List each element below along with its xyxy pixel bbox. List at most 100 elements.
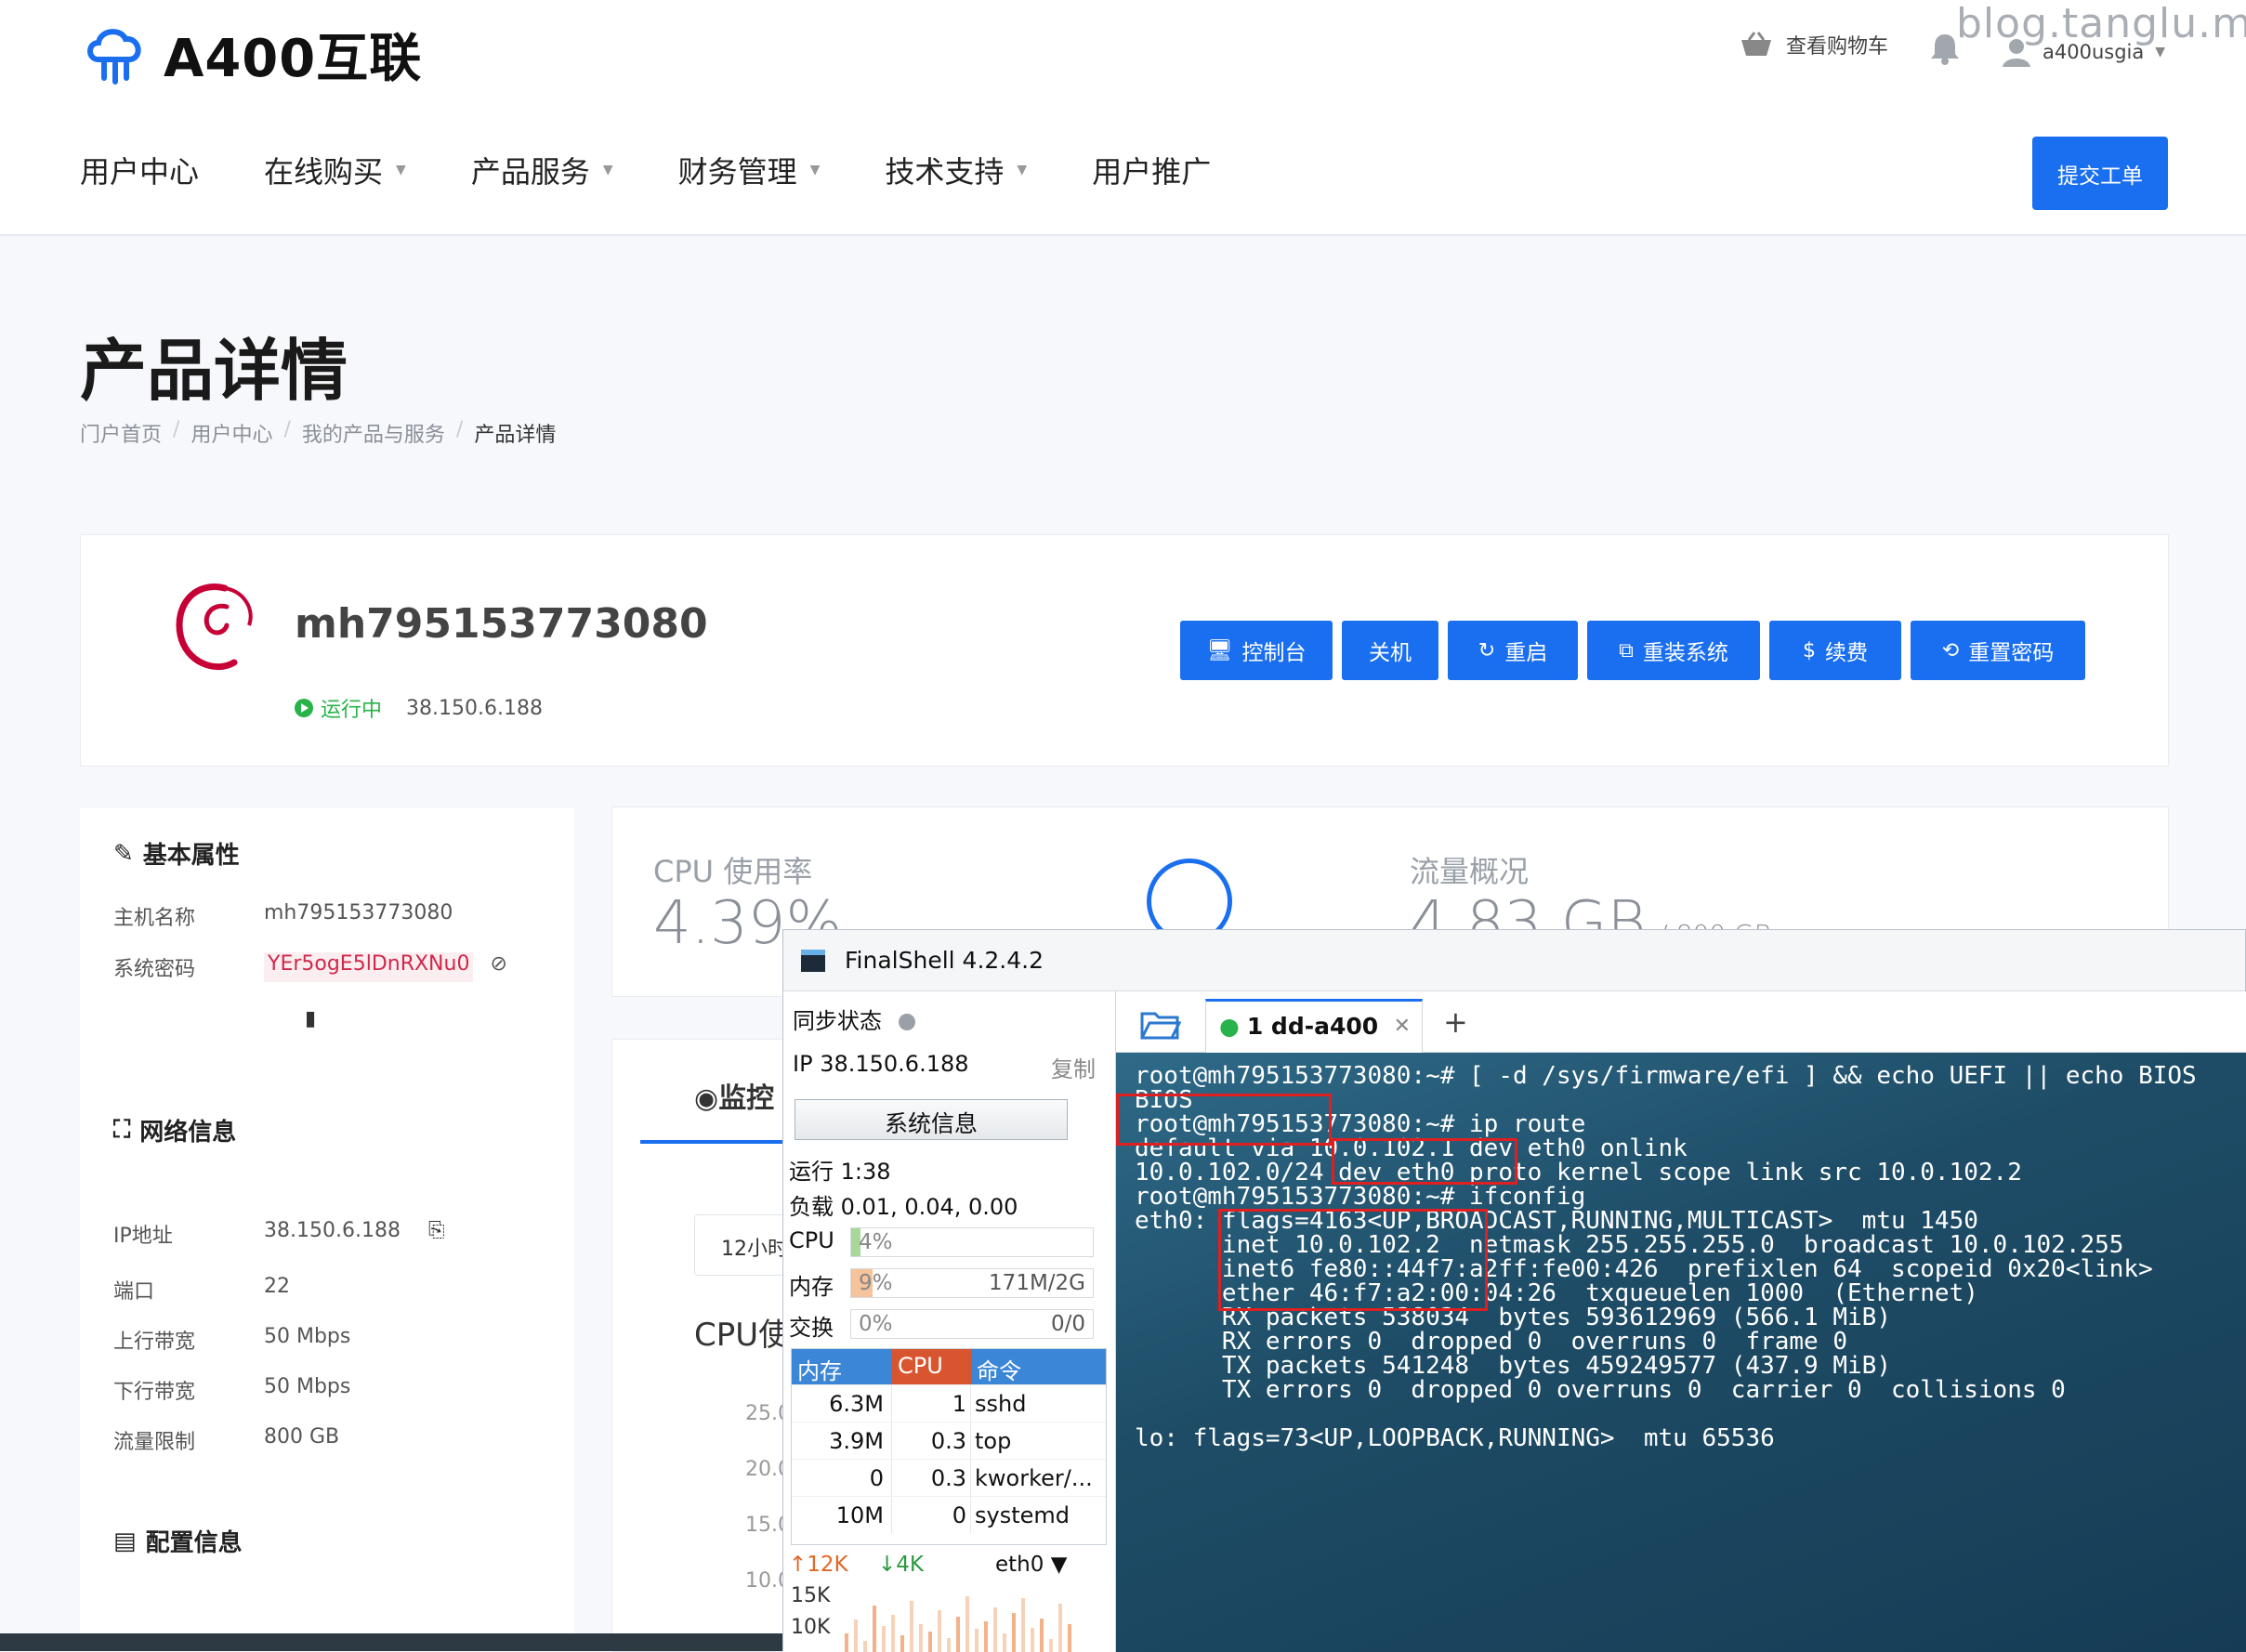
swap-amount: 0/0 bbox=[1050, 1312, 1085, 1336]
sync-status: 同步状态 bbox=[793, 1003, 915, 1035]
mem-percent: 9% bbox=[859, 1271, 893, 1295]
upload-bandwidth-row: 上行带宽 50 Mbps bbox=[113, 1325, 350, 1355]
terminal[interactable]: root@mh795153773080:~# [ -d /sys/firmwar… bbox=[1116, 1053, 2246, 1652]
download-value: 50 Mbps bbox=[264, 1375, 351, 1398]
status-badge: 运行中 bbox=[321, 699, 383, 722]
reinstall-button[interactable]: ⧉ 重装系统 bbox=[1587, 621, 1760, 680]
password-label: 系统密码 bbox=[113, 958, 196, 981]
nav-user-center[interactable]: 用户中心 bbox=[80, 149, 199, 191]
cart-label: 查看购物车 bbox=[1786, 35, 1889, 59]
table-row[interactable]: 0 0.3 kworker/... bbox=[792, 1459, 1106, 1496]
submit-ticket-button[interactable]: 提交工单 bbox=[2032, 137, 2168, 210]
copy-ip-button[interactable]: 复制 bbox=[1051, 1051, 1096, 1083]
cpu-chart-title: CPU使 bbox=[694, 1317, 791, 1354]
interface-select[interactable]: eth0 ▼ bbox=[995, 1553, 1067, 1577]
eye-off-icon[interactable]: ⊘ bbox=[490, 952, 506, 982]
table-row[interactable]: 10M 0 systemd bbox=[792, 1496, 1106, 1533]
net-tick: 10K bbox=[791, 1616, 831, 1639]
cpu-percent: 4% bbox=[859, 1230, 893, 1254]
uptime: 运行 1:38 bbox=[789, 1159, 891, 1185]
breadcrumb-user-center[interactable]: 用户中心 bbox=[190, 418, 272, 448]
reset-password-button[interactable]: ⟲ 重置密码 bbox=[1911, 621, 2085, 680]
basic-info-heading: ✎ 基本属性 bbox=[113, 839, 240, 871]
main-nav: 用户中心 在线购买 ▼ 产品服务 ▼ 财务管理 ▼ 技术支持 ▼ 用户推广 bbox=[80, 149, 1276, 191]
time-range-select[interactable]: 12小时 bbox=[694, 1214, 796, 1276]
network-icon: ⛶ bbox=[113, 1116, 131, 1144]
table-row[interactable]: 6.3M 1 sshd bbox=[792, 1384, 1106, 1422]
folder-icon[interactable] bbox=[1140, 1008, 1181, 1040]
reset-icon: ⟲ bbox=[1941, 638, 1960, 662]
watermark: blog.tanglu.me bbox=[1956, 0, 2246, 47]
network-info-panel: ⛶ 网络信息 IP地址 38.150.6.188 ⎘ 端口 22 上行带宽 50 … bbox=[80, 1085, 574, 1498]
cpu-usage-label: CPU 使用率 bbox=[653, 854, 813, 889]
console-button[interactable]: 🖥 控制台 bbox=[1180, 621, 1333, 680]
password-value: YEr5ogE5lDnRXNu0 bbox=[264, 952, 474, 982]
ip-label: IP地址 bbox=[113, 1225, 173, 1248]
product-status: 运行中 38.150.6.188 bbox=[295, 693, 543, 723]
chevron-down-icon: ▼ bbox=[602, 163, 613, 177]
breadcrumb-current: 产品详情 bbox=[474, 424, 557, 447]
net-bar bbox=[956, 1617, 960, 1652]
net-bar bbox=[910, 1601, 913, 1652]
system-info-button[interactable]: 系统信息 bbox=[795, 1099, 1068, 1140]
copy-icon[interactable]: ▮ bbox=[305, 1007, 316, 1030]
nav-affiliate[interactable]: 用户推广 bbox=[1092, 149, 1211, 191]
arrow-down-icon: ↓ bbox=[878, 1553, 897, 1577]
nav-buy[interactable]: 在线购买 ▼ bbox=[264, 149, 406, 191]
nav-products[interactable]: 产品服务 ▼ bbox=[471, 149, 613, 191]
session-tabbar: ● 1 dd-a400 ✕ + bbox=[1116, 991, 2246, 1053]
close-icon[interactable]: ✕ bbox=[1394, 1015, 1411, 1038]
cart-link[interactable]: 查看购物车 bbox=[1740, 30, 1888, 59]
product-card: mh795153773080 运行中 38.150.6.188 🖥 控制台 关机 … bbox=[80, 534, 2169, 767]
col-mem[interactable]: 内存 bbox=[792, 1349, 892, 1384]
chevron-down-icon: ▼ bbox=[809, 163, 821, 177]
server-icon: ▤ bbox=[113, 1527, 137, 1555]
load-average: 负载 0.01, 0.04, 0.00 bbox=[789, 1194, 1018, 1220]
monitor-icon: ◉ bbox=[694, 1082, 719, 1115]
nav-billing[interactable]: 财务管理 ▼ bbox=[678, 149, 821, 191]
traffic-limit-label: 流量限制 bbox=[113, 1431, 196, 1454]
table-row[interactable]: 3.9M 0.3 top bbox=[792, 1422, 1106, 1459]
net-bar bbox=[1040, 1619, 1044, 1652]
highlight-box bbox=[1116, 1094, 1332, 1146]
restart-button[interactable]: ↻ 重启 bbox=[1448, 621, 1578, 680]
net-bar bbox=[882, 1626, 886, 1652]
net-bar bbox=[919, 1624, 923, 1652]
terminal-line: lo: flags=73<UP,LOOPBACK,RUNNING> mtu 65… bbox=[1135, 1424, 1775, 1452]
net-bar bbox=[1003, 1633, 1006, 1652]
shutdown-button[interactable]: 关机 bbox=[1342, 621, 1438, 680]
renew-button[interactable]: $ 续费 bbox=[1769, 621, 1901, 680]
net-tick: 15K bbox=[791, 1584, 831, 1607]
ip-value: 38.150.6.188 bbox=[264, 1219, 401, 1242]
chevron-down-icon: ▼ bbox=[1050, 1553, 1068, 1577]
download-speed: ↓4K bbox=[878, 1553, 924, 1577]
tab-monitor[interactable]: ◉监控 bbox=[694, 1075, 774, 1116]
col-command[interactable]: 命令 bbox=[971, 1349, 1027, 1384]
brand-name: A400互联 bbox=[164, 28, 423, 89]
breadcrumb-home[interactable]: 门户首页 bbox=[80, 418, 162, 448]
net-bar bbox=[984, 1621, 988, 1652]
running-status-icon bbox=[295, 699, 313, 717]
debian-logo-icon bbox=[176, 583, 253, 670]
brand-logo[interactable]: A400互联 bbox=[84, 17, 422, 91]
net-bar bbox=[975, 1629, 979, 1652]
arrow-up-icon: ↑ bbox=[789, 1553, 808, 1577]
reinstall-icon: ⧉ bbox=[1619, 638, 1634, 662]
net-bar bbox=[1021, 1598, 1025, 1652]
breadcrumb-my-products[interactable]: 我的产品与服务 bbox=[302, 418, 445, 448]
swap-bar-label: 交换 bbox=[789, 1315, 834, 1341]
mem-amount: 171M/2G bbox=[989, 1271, 1085, 1295]
session-tab[interactable]: ● 1 dd-a400 ✕ bbox=[1205, 999, 1423, 1053]
net-bar bbox=[938, 1610, 941, 1652]
net-bar bbox=[965, 1596, 969, 1652]
site-header: A400互联 查看购物车 a400usgia ▼ blog.tanglu.me … bbox=[0, 0, 2246, 236]
net-bar bbox=[1068, 1624, 1071, 1652]
col-cpu[interactable]: CPU bbox=[892, 1349, 971, 1384]
net-bar bbox=[993, 1607, 997, 1652]
network-graph: 15K 10K bbox=[783, 1582, 1099, 1652]
restart-icon: ↻ bbox=[1478, 638, 1496, 662]
clipboard-icon[interactable]: ⎘ bbox=[428, 1219, 445, 1249]
upload-label: 上行带宽 bbox=[113, 1331, 196, 1354]
nav-support[interactable]: 技术支持 ▼ bbox=[885, 149, 1027, 191]
add-tab-button[interactable]: + bbox=[1443, 1004, 1468, 1040]
